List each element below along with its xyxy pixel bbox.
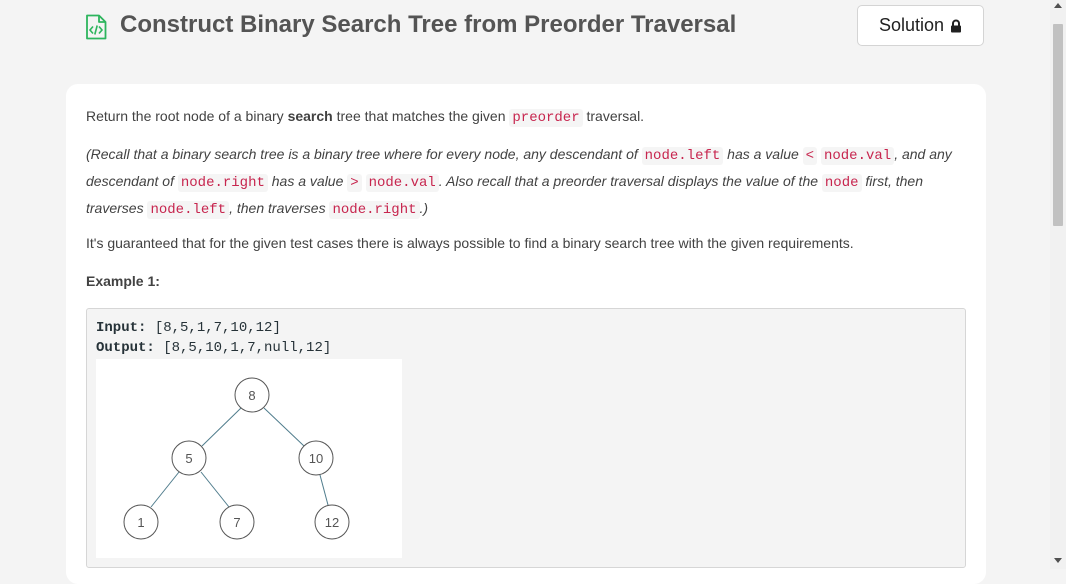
recall-paragraph: (Recall that a binary search tree is a b… (86, 142, 966, 223)
text-segment: . Also recall that a preorder traversal … (438, 173, 822, 189)
solution-button[interactable]: Solution (857, 5, 984, 46)
output-value: [8,5,10,1,7,null,12] (154, 340, 332, 356)
inline-code: node (821, 174, 862, 192)
code-file-icon (86, 14, 107, 40)
example-title: Example 1: (86, 273, 160, 289)
guarantee-paragraph: It's guaranteed that for the given test … (86, 235, 854, 251)
output-label: Output: (96, 340, 155, 356)
scroll-down-arrow-icon[interactable] (1054, 558, 1062, 563)
tree-edge (319, 474, 329, 506)
text-segment: .) (419, 200, 429, 216)
lock-icon (951, 19, 962, 32)
inline-code: > (347, 174, 362, 192)
text-segment (362, 173, 366, 189)
text-segment: Return the root node of a binary (86, 108, 288, 124)
tree-node-label: 7 (233, 515, 240, 530)
tree-node-label: 12 (325, 515, 339, 530)
input-label: Input: (96, 320, 147, 336)
bold-word-search: search (287, 108, 333, 124)
example-tree-image: 8 5 10 1 7 12 (96, 359, 402, 558)
question-header: Construct Binary Search Tree from Preord… (0, 0, 1050, 60)
inline-code: node.left (147, 201, 230, 219)
text-segment: , any descendant of (515, 146, 642, 162)
text-segment: has a value (267, 173, 348, 189)
solution-button-label: Solution (878, 15, 945, 35)
tree-node-label: 1 (137, 515, 144, 530)
scrollbar-thumb[interactable] (1053, 24, 1063, 226)
text-segment: , then traverses (229, 200, 330, 216)
text-segment: (Recall that a binary search tree is a b… (86, 146, 485, 162)
text-segment: node (484, 146, 516, 162)
scroll-up-arrow-icon[interactable] (1054, 3, 1062, 8)
tree-edge (201, 407, 242, 447)
tree-node-label: 5 (185, 451, 192, 466)
tree-edge (150, 471, 180, 508)
description-paragraph: Return the root node of a binary search … (86, 104, 966, 131)
inline-code: < (802, 147, 818, 165)
example-input: Input: [8,5,1,7,10,12] (96, 318, 281, 338)
tree-node-label: 8 (248, 388, 255, 403)
inline-code: preorder (509, 109, 583, 127)
inline-code: node.left (641, 147, 724, 165)
text-segment: has a value (723, 146, 803, 162)
inline-code: node.val (365, 174, 439, 192)
tree-edge (200, 471, 230, 508)
tree-node-label: 10 (309, 451, 323, 466)
inline-code: node.right (329, 201, 420, 219)
input-value: [8,5,1,7,10,12] (146, 320, 281, 336)
example-output: Output: [8,5,10,1,7,null,12] (96, 338, 331, 358)
tree-edge (263, 407, 305, 447)
inline-code: node.right (177, 174, 268, 192)
text-segment: tree that matches the given (332, 108, 510, 124)
inline-code: node.val (820, 147, 895, 165)
text-segment: traversal. (582, 108, 645, 124)
page-title: Construct Binary Search Tree from Preord… (120, 11, 737, 38)
